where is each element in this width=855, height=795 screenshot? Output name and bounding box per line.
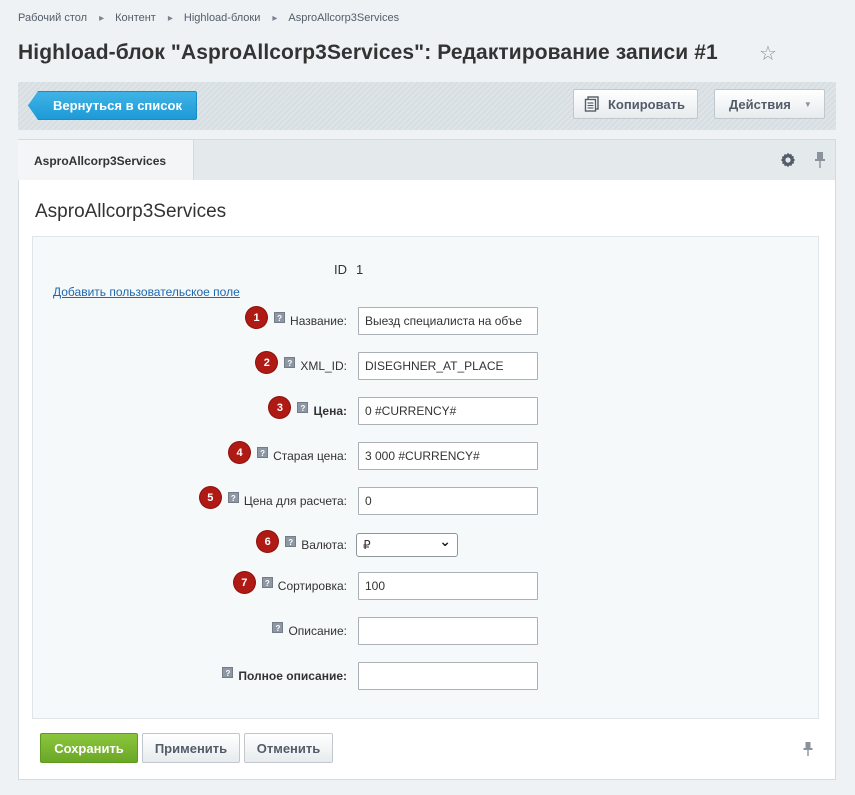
help-icon[interactable]: ?: [274, 312, 286, 323]
form-row: Сортировка:? 7 100: [33, 572, 820, 602]
id-value: 1: [356, 262, 364, 277]
field-input[interactable]: Выезд специалиста на объе: [358, 307, 538, 335]
field-label: Название:: [290, 314, 347, 328]
actions-button[interactable]: Действия ▼: [714, 89, 825, 119]
id-label: ID: [334, 262, 347, 277]
field-label: Описание:: [288, 624, 347, 638]
step-number-badge: 6: [257, 531, 279, 552]
form-area: ID 1 Добавить пользовательское поле Назв…: [32, 236, 819, 719]
field-input[interactable]: 0 #CURRENCY#: [358, 397, 538, 425]
save-button[interactable]: Сохранить: [40, 733, 138, 763]
step-number-badge: 4: [229, 442, 251, 463]
chevron-right-icon: ▸: [99, 12, 105, 24]
help-icon[interactable]: ?: [261, 577, 273, 588]
field-input[interactable]: [358, 662, 538, 690]
breadcrumb-item-highload[interactable]: Highload-блоки: [184, 12, 261, 24]
chevron-down-icon: ⌄: [439, 533, 451, 549]
help-icon[interactable]: ?: [227, 492, 239, 503]
step-number-badge: 5: [199, 487, 221, 508]
tab-strip: AsproAllcorp3Services: [18, 139, 836, 181]
form-row: Старая цена:? 4 3 000 #CURRENCY#: [33, 442, 820, 472]
form-row: Валюта:? 6 ₽ ⌄: [33, 531, 820, 561]
cancel-button[interactable]: Отменить: [244, 733, 333, 763]
copy-button[interactable]: Копировать: [573, 89, 698, 119]
field-label: XML_ID:: [300, 359, 347, 373]
step-number-badge: 7: [233, 572, 255, 593]
help-icon[interactable]: ?: [285, 536, 297, 547]
section-title: AsproAllcorp3Services: [35, 201, 227, 222]
step-number-badge: 2: [256, 352, 278, 373]
back-to-list-button[interactable]: Вернуться в список: [28, 91, 197, 120]
pin-icon[interactable]: [813, 151, 827, 169]
field-label: Валюта:: [301, 538, 347, 552]
edit-form-panel: AsproAllcorp3Services ID 1 Добавить поль…: [18, 180, 836, 780]
toolbar: Вернуться в список Копировать Действия ▼: [18, 82, 836, 130]
form-row: Полное описание:?: [33, 662, 820, 692]
form-row: Описание:?: [33, 617, 820, 647]
help-icon[interactable]: ?: [272, 622, 284, 633]
star-icon[interactable]: ☆: [759, 43, 781, 65]
field-label: Сортировка:: [277, 579, 347, 593]
field-input[interactable]: 3 000 #CURRENCY#: [358, 442, 538, 470]
breadcrumb-item-current[interactable]: AsproAllcorp3Services: [288, 12, 399, 24]
form-row: XML_ID:? 2 DISEGHNER_AT_PLACE: [33, 352, 820, 382]
tab-asproallcorp3services[interactable]: AsproAllcorp3Services: [18, 140, 194, 181]
form-row: Цена:? 3 0 #CURRENCY#: [33, 397, 820, 427]
actions-button-label: Действия: [729, 96, 791, 112]
step-number-badge: 1: [246, 307, 268, 328]
copy-icon: [584, 96, 599, 112]
gear-icon[interactable]: [780, 152, 796, 168]
help-icon[interactable]: ?: [297, 402, 309, 413]
chevron-right-icon: ▸: [167, 12, 173, 24]
breadcrumb-item-desktop[interactable]: Рабочий стол: [18, 12, 87, 24]
form-row: Название:? 1 Выезд специалиста на объе: [33, 307, 820, 337]
field-label: Полное описание:: [238, 669, 347, 683]
help-icon[interactable]: ?: [222, 667, 234, 678]
apply-button[interactable]: Применить: [142, 733, 240, 763]
field-input[interactable]: DISEGHNER_AT_PLACE: [358, 352, 538, 380]
field-label: Старая цена:: [273, 449, 347, 463]
step-number-badge: 3: [269, 397, 291, 418]
field-input[interactable]: 0: [358, 487, 538, 515]
page-title: Highload-блок "AsproAllcorp3Services": Р…: [18, 41, 718, 64]
copy-button-label: Копировать: [608, 96, 686, 112]
pin-icon[interactable]: [802, 741, 814, 757]
chevron-right-icon: ▸: [272, 12, 278, 24]
breadcrumb-item-content[interactable]: Контент: [115, 12, 156, 24]
chevron-down-icon: ▼: [803, 99, 812, 109]
help-icon[interactable]: ?: [284, 357, 296, 368]
field-label: Цена для расчета:: [243, 494, 347, 508]
breadcrumb: Рабочий стол ▸ Контент ▸ Highload-блоки …: [18, 12, 399, 24]
field-input[interactable]: [358, 617, 538, 645]
currency-select-value: ₽: [363, 538, 371, 552]
field-label: Цена:: [313, 404, 347, 418]
help-icon[interactable]: ?: [257, 447, 269, 458]
form-row: Цена для расчета:? 5 0: [33, 487, 820, 517]
add-custom-field-link[interactable]: Добавить пользовательское поле: [53, 285, 240, 299]
field-input[interactable]: 100: [358, 572, 538, 600]
currency-select[interactable]: ₽ ⌄: [356, 533, 458, 557]
